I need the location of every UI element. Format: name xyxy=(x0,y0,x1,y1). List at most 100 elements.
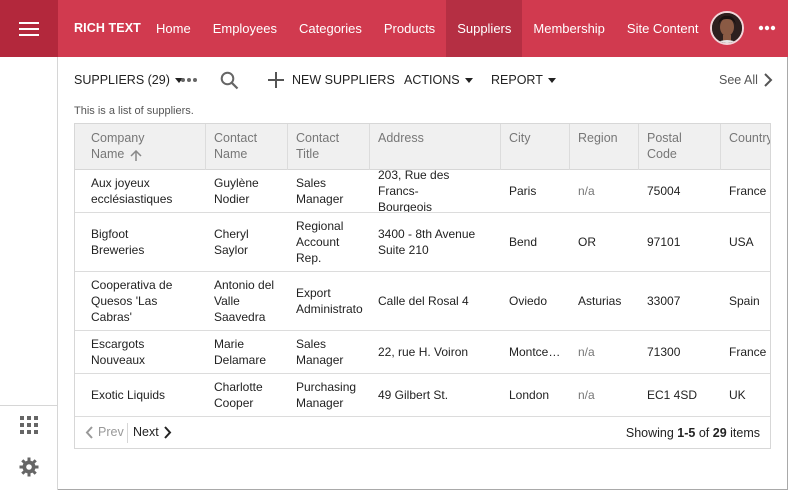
column-header-label: Contact Title xyxy=(296,131,340,161)
column-header-postal-code[interactable]: Postal Code xyxy=(639,124,721,170)
grid-footer: Prev Next Showing 1-5 of 29 items xyxy=(75,417,770,448)
cell-city: London xyxy=(509,388,550,402)
prev-label: Prev xyxy=(98,425,124,439)
nav-suppliers[interactable]: Suppliers xyxy=(446,0,523,57)
summary-of: of xyxy=(695,426,713,440)
column-header-country[interactable]: Country xyxy=(721,124,771,170)
cell-contact-name: Charlotte Cooper xyxy=(214,380,263,410)
next-label: Next xyxy=(133,425,159,439)
pager-divider xyxy=(127,423,128,443)
cell-region: OR xyxy=(578,235,596,249)
cell-region: n/a xyxy=(578,345,595,359)
cell-country: France xyxy=(729,345,767,359)
suppliers-grid: Company Name Contact Name Contact Title … xyxy=(74,123,771,449)
more-options-button[interactable] xyxy=(754,17,780,39)
cell-region: Asturias xyxy=(578,294,622,308)
summary-suffix: items xyxy=(726,426,760,440)
column-header-label: Postal Code xyxy=(647,131,682,161)
column-header-label: Contact Name xyxy=(214,131,258,161)
table-row[interactable]: Escargots Nouveaux Marie Delamare Sales … xyxy=(75,331,770,374)
cell-contact-title: Regional Account Rep. xyxy=(296,219,344,265)
see-all-link[interactable]: See All xyxy=(719,68,773,92)
summary-total: 29 xyxy=(712,426,727,440)
summary-range: 1-5 xyxy=(677,426,696,440)
sort-ascending-icon xyxy=(130,150,142,161)
table-row[interactable]: Bigfoot Breweries Cheryl Saylor Regional… xyxy=(75,213,770,272)
cell-contact-title: Purchasing Manager xyxy=(296,380,357,410)
cell-contact-name: Guylène Nodier xyxy=(214,176,259,206)
search-button[interactable] xyxy=(220,68,239,92)
cell-postal-code: 75004 xyxy=(647,184,681,198)
grid-header: Company Name Contact Name Contact Title … xyxy=(75,124,771,170)
cell-city: Bend xyxy=(509,235,538,249)
next-page-button[interactable]: Next xyxy=(133,425,172,439)
column-header-company-name[interactable]: Company Name xyxy=(75,124,206,170)
column-header-address[interactable]: Address xyxy=(370,124,501,170)
plus-icon xyxy=(268,72,284,88)
gear-icon xyxy=(19,457,39,477)
actions-menu[interactable]: ACTIONS xyxy=(404,68,473,92)
see-all-label: See All xyxy=(719,73,758,87)
column-header-city[interactable]: City xyxy=(501,124,570,170)
cell-address: 22, rue H. Voiron xyxy=(378,345,469,359)
menu-button[interactable] xyxy=(0,0,58,57)
chevron-right-icon xyxy=(764,73,773,87)
cell-region: n/a xyxy=(578,388,595,402)
table-row[interactable]: Aux joyeux ecclésiastiques Guylène Nodie… xyxy=(75,170,770,213)
chevron-down-icon xyxy=(547,77,556,83)
cell-postal-code: EC1 4SD xyxy=(647,388,698,402)
search-icon xyxy=(220,71,239,89)
new-suppliers-label: NEW SUPPLIERS xyxy=(292,73,395,87)
cell-postal-code: 71300 xyxy=(647,345,681,359)
column-header-label: City xyxy=(509,131,531,145)
cell-address: 203, Rue des Francs- Bourgeois xyxy=(378,170,450,212)
user-avatar[interactable] xyxy=(710,11,744,45)
nav-home[interactable]: Home xyxy=(145,0,202,57)
table-row[interactable]: Exotic Liquids Charlotte Cooper Purchasi… xyxy=(75,374,770,417)
view-selector-label: SUPPLIERS (29) xyxy=(74,73,170,87)
cell-company-name: Cooperativa de Quesos 'Las Cabras' xyxy=(91,278,173,324)
apps-button[interactable] xyxy=(17,413,41,437)
cell-city: Oviedo xyxy=(509,294,548,308)
new-suppliers-button[interactable]: NEW SUPPLIERS xyxy=(268,68,395,92)
nav-categories[interactable]: Categories xyxy=(288,0,373,57)
settings-button[interactable] xyxy=(17,455,41,479)
column-header-contact-title[interactable]: Contact Title xyxy=(288,124,370,170)
nav-membership[interactable]: Membership xyxy=(522,0,616,57)
column-header-region[interactable]: Region xyxy=(570,124,639,170)
pagination-summary: Showing 1-5 of 29 items xyxy=(626,426,760,440)
summary-prefix: Showing xyxy=(625,426,678,440)
cell-city: Paris xyxy=(509,184,537,198)
column-header-label: Country xyxy=(729,131,771,145)
cell-company-name: Exotic Liquids xyxy=(91,388,166,402)
view-selector[interactable]: SUPPLIERS (29) xyxy=(74,68,183,92)
column-header-label: Region xyxy=(578,131,618,145)
cell-postal-code: 33007 xyxy=(647,294,681,308)
report-label: REPORT xyxy=(491,73,543,87)
view-toolbar: SUPPLIERS (29) NEW SUPPLIERS ACTIONS REP… xyxy=(74,68,774,92)
prev-page-button[interactable]: Prev xyxy=(85,425,124,439)
nav-site-content[interactable]: Site Content xyxy=(616,0,710,57)
column-header-contact-name[interactable]: Contact Name xyxy=(206,124,288,170)
nav-products[interactable]: Products xyxy=(373,0,446,57)
brand-title[interactable]: RICH TEXT xyxy=(74,0,141,57)
cell-postal-code: 97101 xyxy=(647,235,681,249)
report-menu[interactable]: REPORT xyxy=(491,68,556,92)
cell-country: USA xyxy=(729,235,754,249)
column-header-label: Address xyxy=(378,131,424,145)
table-row[interactable]: Cooperativa de Quesos 'Las Cabras' Anton… xyxy=(75,272,770,331)
hamburger-icon xyxy=(19,21,39,36)
more-actions-button[interactable] xyxy=(180,68,198,92)
cell-company-name: Bigfoot Breweries xyxy=(91,227,145,257)
chevron-down-icon xyxy=(464,77,473,83)
cell-contact-title: Export Administrato xyxy=(296,286,363,316)
actions-label: ACTIONS xyxy=(404,73,460,87)
cell-address: Calle del Rosal 4 xyxy=(378,294,469,308)
chevron-left-icon xyxy=(85,425,93,439)
more-horizontal-icon xyxy=(181,78,197,82)
nav-employees[interactable]: Employees xyxy=(202,0,288,57)
cell-city: Montce… xyxy=(509,345,561,359)
top-navigation-bar: RICH TEXT Home Employees Categories Prod… xyxy=(0,0,788,57)
cell-address: 49 Gilbert St. xyxy=(378,388,449,402)
sidebar-divider xyxy=(0,405,57,406)
